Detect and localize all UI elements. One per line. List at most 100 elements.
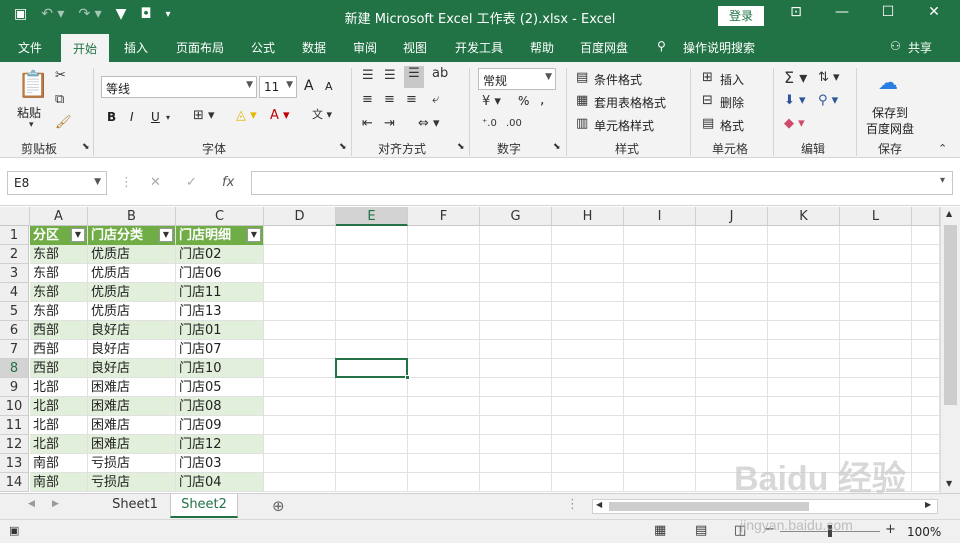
grid-cell[interactable] — [408, 264, 480, 283]
grid-cell[interactable] — [768, 226, 840, 245]
find-select-icon[interactable]: ⚲ ▾ — [818, 93, 838, 108]
tab-formulas[interactable]: 公式 — [251, 39, 275, 56]
tab-developer[interactable]: 开发工具 — [455, 39, 503, 56]
cancel-icon[interactable]: ✕ — [150, 175, 161, 190]
grid-cell[interactable] — [480, 321, 552, 340]
tab-help[interactable]: 帮助 — [530, 39, 554, 56]
table-cell[interactable]: 良好店 — [88, 340, 176, 359]
column-header[interactable]: B — [88, 207, 176, 226]
active-cell-e8[interactable] — [335, 358, 408, 378]
tab-data[interactable]: 数据 — [302, 39, 326, 56]
paste-icon[interactable]: 📋 — [17, 70, 49, 100]
enter-icon[interactable]: ✓ — [186, 175, 197, 190]
share-button[interactable]: 共享 — [908, 39, 932, 56]
grow-font-button[interactable]: A — [304, 78, 314, 94]
grid-cell[interactable] — [480, 245, 552, 264]
align-top-icon[interactable]: ☰ — [362, 68, 374, 83]
table-cell[interactable]: 北部 — [30, 378, 88, 397]
italic-button[interactable]: I — [130, 110, 134, 124]
grid-cell[interactable] — [480, 397, 552, 416]
table-cell[interactable]: 良好店 — [88, 359, 176, 378]
phonetic-icon[interactable]: 文 ▾ — [312, 106, 332, 122]
table-cell[interactable]: 东部 — [30, 283, 88, 302]
row-header[interactable]: 7 — [0, 340, 29, 359]
shrink-font-button[interactable]: A — [325, 80, 333, 93]
filter-dropdown-icon[interactable]: ▼ — [71, 228, 85, 242]
fill-color-icon[interactable]: ◬ ▾ — [236, 108, 257, 123]
copy-icon[interactable]: ⧉ — [55, 92, 64, 107]
scroll-up-icon[interactable]: ▲ — [946, 209, 952, 218]
tab-home[interactable]: 开始 — [61, 34, 110, 62]
grid-cell[interactable] — [336, 302, 408, 321]
column-header[interactable]: D — [264, 207, 336, 226]
row-header[interactable]: 9 — [0, 378, 29, 397]
grid-cell[interactable] — [552, 359, 624, 378]
grid-cell[interactable] — [264, 226, 336, 245]
grid-cell[interactable] — [552, 340, 624, 359]
table-cell[interactable]: 东部 — [30, 302, 88, 321]
column-header[interactable]: I — [624, 207, 696, 226]
grid-cell[interactable] — [840, 302, 912, 321]
grid-cell[interactable] — [840, 378, 912, 397]
table-cell[interactable]: 良好店 — [88, 321, 176, 340]
decrease-indent-icon[interactable]: ⇤ — [362, 116, 373, 131]
filter-dropdown-icon[interactable]: ▼ — [159, 228, 173, 242]
grid-cell[interactable] — [408, 473, 480, 492]
increase-decimal-icon[interactable]: ⁺.0 — [482, 118, 497, 129]
fill-handle[interactable] — [405, 375, 410, 380]
clipboard-launcher-icon[interactable]: ⬊ — [82, 142, 90, 152]
grid-cell[interactable] — [552, 321, 624, 340]
grid-cell[interactable] — [840, 226, 912, 245]
grid-cell[interactable] — [840, 245, 912, 264]
cell-styles-button[interactable]: 单元格样式 — [594, 117, 654, 134]
grid-cell[interactable] — [408, 416, 480, 435]
number-format-combo[interactable]: 常规 ▼ — [478, 68, 556, 90]
grid-cell[interactable] — [480, 226, 552, 245]
grid-cell[interactable] — [264, 473, 336, 492]
table-header-cell[interactable]: 门店分类 ▼ — [88, 226, 176, 245]
grid-cell[interactable] — [768, 340, 840, 359]
grid-cell[interactable] — [264, 416, 336, 435]
table-cell[interactable]: 西部 — [30, 359, 88, 378]
align-left-icon[interactable]: ≡ — [362, 92, 373, 107]
grid-cell[interactable] — [768, 302, 840, 321]
insert-function-button[interactable]: fx — [222, 175, 234, 190]
grid-cell[interactable] — [336, 378, 408, 397]
grid-cell[interactable] — [768, 359, 840, 378]
grid-cell[interactable] — [552, 397, 624, 416]
align-center-icon[interactable]: ≡ — [384, 92, 395, 107]
table-cell[interactable]: 门店04 — [176, 473, 264, 492]
grid-cell[interactable] — [768, 245, 840, 264]
paste-button[interactable]: 粘贴 — [17, 104, 41, 121]
row-header[interactable]: 3 — [0, 264, 29, 283]
grid-cell[interactable] — [624, 473, 696, 492]
grid-cell[interactable] — [696, 264, 768, 283]
column-header[interactable]: J — [696, 207, 768, 226]
align-bottom-icon[interactable]: ☰ — [404, 66, 424, 88]
fill-icon[interactable]: ⬇ ▾ — [784, 93, 806, 108]
grid-cell[interactable] — [624, 397, 696, 416]
table-cell[interactable]: 亏损店 — [88, 473, 176, 492]
grid-cell[interactable] — [912, 340, 940, 359]
grid-cell[interactable] — [624, 359, 696, 378]
page-layout-view-icon[interactable]: ▤ — [695, 523, 707, 538]
column-header[interactable]: L — [840, 207, 912, 226]
scroll-left-icon[interactable]: ◀ — [596, 500, 602, 509]
grid-cell[interactable] — [696, 283, 768, 302]
grid-cell[interactable] — [696, 321, 768, 340]
ribbon-display-icon[interactable]: ⊡ — [773, 4, 819, 20]
grid-cell[interactable] — [840, 264, 912, 283]
table-cell[interactable]: 南部 — [30, 454, 88, 473]
tell-me-search[interactable]: 操作说明搜索 — [683, 39, 755, 56]
column-header[interactable]: G — [480, 207, 552, 226]
table-header-cell[interactable]: 门店明细 ▼ — [176, 226, 264, 245]
macro-record-icon[interactable]: ▣ — [9, 524, 19, 537]
conditional-format-button[interactable]: 条件格式 — [594, 71, 642, 88]
grid-cell[interactable] — [336, 321, 408, 340]
grid-cell[interactable] — [624, 264, 696, 283]
delete-cells-button[interactable]: 删除 — [720, 94, 744, 111]
grid-cell[interactable] — [480, 359, 552, 378]
column-header[interactable]: K — [768, 207, 840, 226]
tab-insert[interactable]: 插入 — [124, 39, 148, 56]
font-color-icon[interactable]: A ▾ — [270, 108, 290, 123]
